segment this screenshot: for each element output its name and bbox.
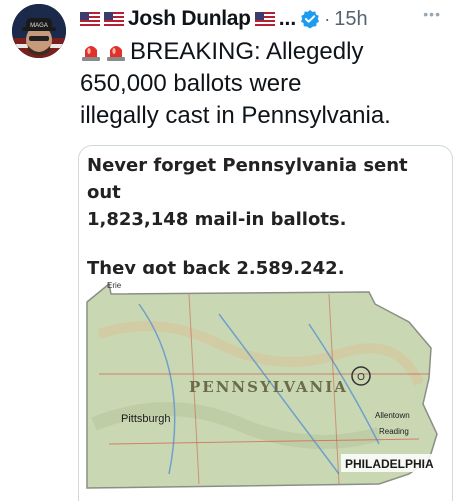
svg-text:O: O bbox=[357, 372, 365, 383]
tweet-line-2: 650,000 ballots were bbox=[80, 70, 302, 97]
avatar-hat-text: MAGA bbox=[30, 23, 48, 29]
timestamp[interactable]: 15h bbox=[334, 8, 367, 31]
us-flag-icon bbox=[80, 12, 100, 26]
siren-icon bbox=[82, 46, 100, 61]
verified-badge-icon[interactable] bbox=[300, 9, 320, 29]
more-icon[interactable]: ••• bbox=[423, 6, 441, 22]
name-truncation: ... bbox=[278, 7, 297, 30]
author-name[interactable]: Josh Dunlap bbox=[128, 7, 251, 31]
tweet-text: BREAKING: Allegedly 650,000 ballots were… bbox=[80, 36, 448, 132]
media-line-2: 1,823,148 mail-in ballots. bbox=[87, 209, 347, 230]
media-caption: Never forget Pennsylvania sent out 1,823… bbox=[87, 152, 447, 282]
map-state-label: PENNSYLVANIA bbox=[189, 378, 348, 396]
tweet-line-3: illegally cast in Pennsylvania. bbox=[80, 102, 391, 129]
pennsylvania-map: Erie PENNSYLVANIA Pittsburgh Allentown R… bbox=[79, 274, 452, 501]
map-label-pittsburgh: Pittsburgh bbox=[121, 413, 171, 425]
siren-icon bbox=[107, 46, 125, 61]
tweet-line-1: BREAKING: Allegedly bbox=[130, 38, 364, 65]
us-flag-icon bbox=[104, 12, 124, 26]
map-label-reading: Reading bbox=[379, 427, 409, 436]
tweet-media-image[interactable]: Never forget Pennsylvania sent out 1,823… bbox=[78, 145, 453, 501]
media-line-1: Never forget Pennsylvania sent out bbox=[87, 155, 408, 203]
avatar[interactable]: MAGA bbox=[12, 4, 66, 58]
map-label-allentown: Allentown bbox=[375, 411, 410, 420]
separator-dot: · bbox=[324, 8, 331, 29]
tweet-header: Josh Dunlap ... · 15h bbox=[80, 4, 443, 34]
map-label-erie: Erie bbox=[107, 281, 122, 290]
us-flag-icon bbox=[254, 12, 275, 26]
map-label-philadelphia: PHILADELPHIA bbox=[345, 457, 434, 471]
